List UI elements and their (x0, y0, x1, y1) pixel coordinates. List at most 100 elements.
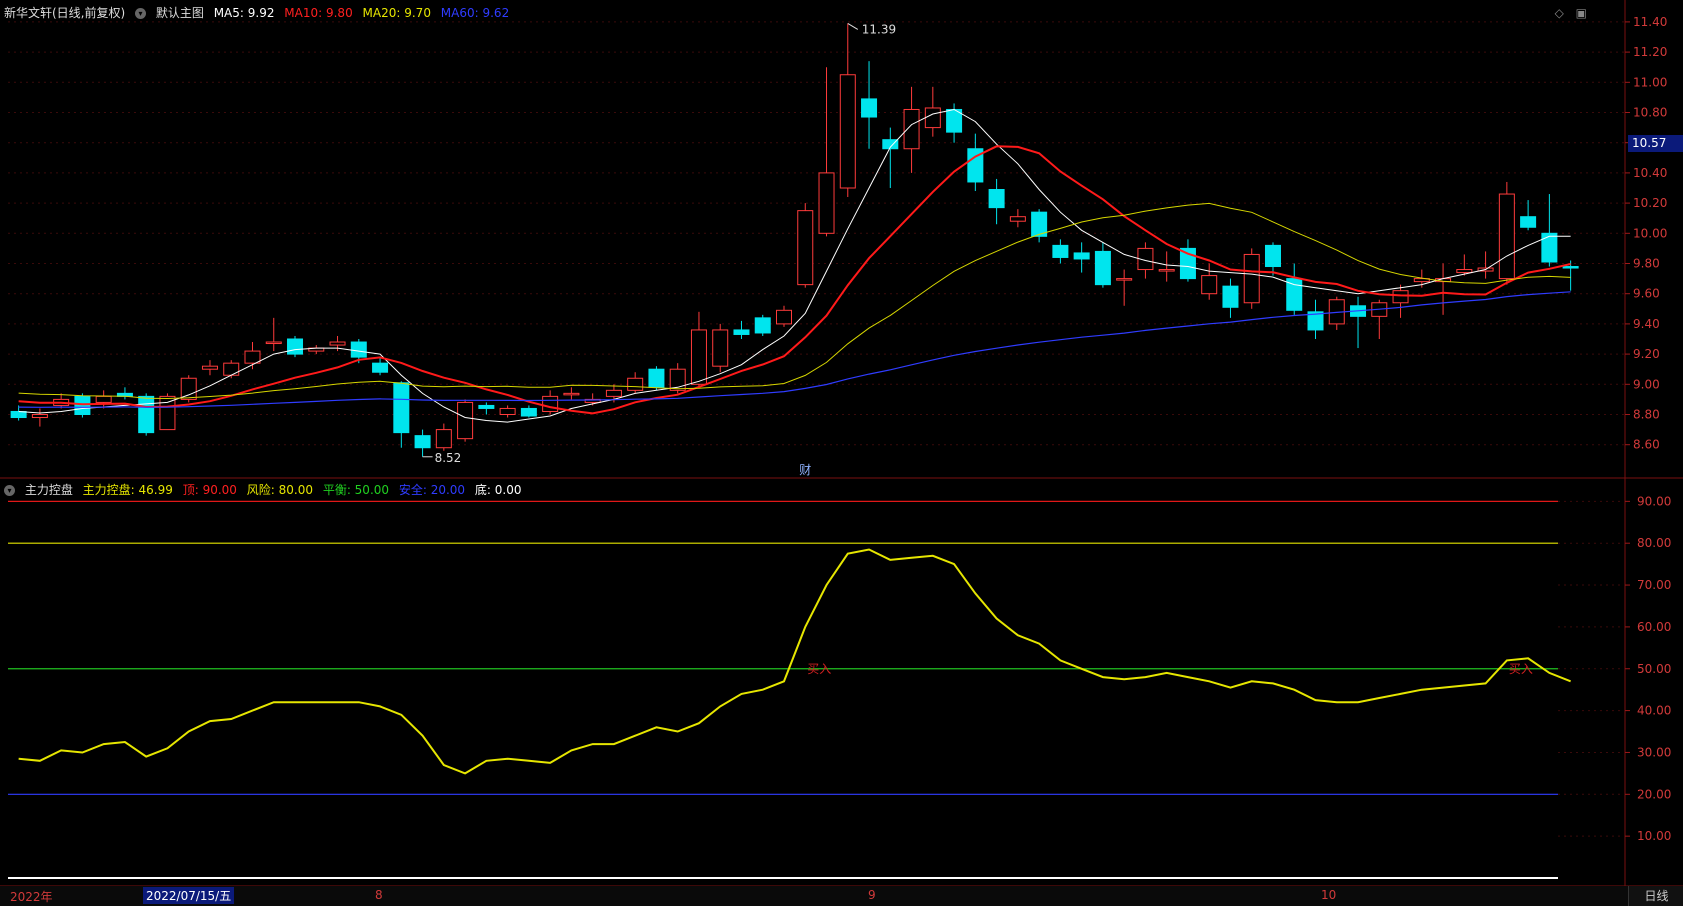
price-tick-label: 11.00 (1633, 75, 1667, 89)
price-tick-label: 10.00 (1633, 226, 1667, 240)
date-label-oct: 10 (1321, 888, 1337, 902)
price-tick-label: 8.60 (1633, 438, 1660, 452)
candle-body-down (478, 404, 495, 409)
candle-body-down (74, 395, 91, 416)
date-axis[interactable] (0, 886, 1683, 906)
selected-date: 2022/07/15/五 (143, 887, 235, 904)
price-tick-label: 9.00 (1633, 377, 1660, 391)
candle-body-up (818, 172, 835, 234)
candle-body-down (861, 98, 878, 118)
candle-body-down (393, 382, 410, 434)
price-tick-label: 11.20 (1633, 45, 1667, 59)
candle-body-up (563, 392, 580, 396)
indicator-value-risk: 风险: 80.00 (246, 483, 313, 497)
price-tick-label: 9.60 (1633, 287, 1660, 301)
candle-body-up (499, 407, 516, 415)
candle-body-down (1286, 278, 1303, 311)
indicator-tick-label: 80.00 (1637, 536, 1671, 550)
candle-body-up (839, 74, 856, 189)
indicator-dropdown-icon[interactable]: ▾ (4, 485, 15, 496)
price-tick-label: 9.20 (1633, 347, 1660, 361)
candle-body-up (1158, 269, 1175, 272)
candle-body-up (1392, 290, 1409, 304)
candle-body-down (350, 341, 367, 358)
candle-body-down (754, 317, 771, 334)
candle-body-up (776, 309, 792, 325)
candle-body-up (457, 401, 474, 440)
date-label-sep: 9 (868, 888, 876, 902)
candle-body-down (1562, 266, 1579, 269)
indicator-tick-label: 90.00 (1637, 494, 1671, 508)
candle-body-up (244, 350, 261, 364)
indicator-tick-label: 20.00 (1637, 787, 1671, 801)
low-price-label: 8.52 (435, 451, 462, 465)
indicator-tick-label: 30.00 (1637, 745, 1671, 759)
candle-body-up (542, 395, 559, 412)
ma10-line (18, 145, 1571, 415)
indicator-legend: ▾ 主力控盘 主力控盘: 46.99 顶: 90.00 风险: 80.00 平衡… (4, 481, 527, 499)
buy-signal-label: 买入 (807, 662, 831, 676)
indicator-value-balance: 平衡: 50.00 (322, 483, 390, 497)
high-marker-arrow (847, 22, 859, 30)
indicator-name[interactable]: 主力控盘 (25, 483, 73, 497)
candle-body-down (1520, 216, 1537, 228)
date-label-aug: 8 (375, 888, 383, 902)
price-tick-label: 11.40 (1633, 15, 1667, 29)
candle-body-up (95, 395, 112, 403)
candle-body-down (1264, 244, 1281, 268)
candle-body-down (1094, 250, 1111, 286)
candle-body-up (690, 329, 707, 385)
ma5-label: MA5: 9.92 (213, 6, 275, 20)
price-tick-label: 10.20 (1633, 196, 1667, 210)
candle-body-up (712, 329, 729, 367)
indicator-value-bottom: 底: 0.00 (474, 483, 522, 497)
candle-body-down (520, 407, 537, 417)
candle-body-down (414, 435, 431, 449)
indicator-tick-label: 70.00 (1637, 578, 1671, 592)
price-tick-label: 10.40 (1633, 166, 1667, 180)
candle-body-up (265, 341, 282, 345)
diamond-icon[interactable]: ◇ (1555, 6, 1564, 20)
price-chart[interactable]: 11.4011.2011.0010.8010.6010.4010.2010.00… (0, 0, 1683, 906)
candle-body-down (988, 189, 1005, 209)
candle-body-up (627, 377, 644, 391)
price-tick-label: 10.80 (1633, 106, 1667, 120)
buy-signal-label: 买入 (1509, 662, 1533, 676)
settings-dropdown-icon[interactable]: ▾ (135, 8, 147, 19)
candle-body-up (1243, 253, 1260, 304)
price-tick-label: 8.80 (1633, 408, 1660, 422)
candle-body-up (1009, 216, 1026, 222)
candle-body-up (435, 429, 452, 449)
candle-body-down (1073, 252, 1090, 260)
candle-body-up (1116, 278, 1133, 281)
indicator-tick-label: 50.00 (1637, 662, 1671, 676)
indicator-tick-label: 60.00 (1637, 620, 1671, 634)
indicator-tick-label: 10.00 (1637, 829, 1671, 843)
candle-body-down (733, 329, 750, 335)
candle-body-up (201, 365, 218, 370)
indicator-value-safe: 安全: 20.00 (398, 483, 466, 497)
indicator-tick-label: 40.00 (1637, 704, 1671, 718)
candle-body-up (1201, 275, 1218, 295)
stock-title[interactable]: 新华文轩(日线,前复权) (4, 6, 125, 20)
candle-body-up (31, 414, 48, 419)
candle-body-up (903, 108, 920, 150)
candle-body-up (1498, 193, 1515, 280)
date-label-year: 2022年 (10, 890, 53, 904)
candle-body-up (223, 362, 240, 376)
ma20-label: MA20: 9.70 (362, 6, 431, 20)
window-icon[interactable]: ▣ (1576, 6, 1587, 20)
price-tick-label: 9.80 (1633, 257, 1660, 271)
indicator-value-control: 主力控盘: 46.99 (82, 483, 173, 497)
candle-body-up (1456, 269, 1473, 274)
candle-body-up (605, 389, 622, 397)
candle-body-down (10, 410, 27, 419)
indicator-line (18, 548, 1571, 775)
ma10-label: MA10: 9.80 (284, 6, 353, 20)
stock-chart[interactable]: 11.4011.2011.0010.8010.6010.4010.2010.00… (0, 0, 1683, 906)
template-name[interactable]: 默认主图 (156, 6, 204, 20)
candle-body-up (329, 341, 346, 346)
candle-body-up (797, 210, 814, 286)
period-button[interactable]: 日线 (1628, 886, 1683, 906)
candle-body-up (159, 395, 176, 431)
